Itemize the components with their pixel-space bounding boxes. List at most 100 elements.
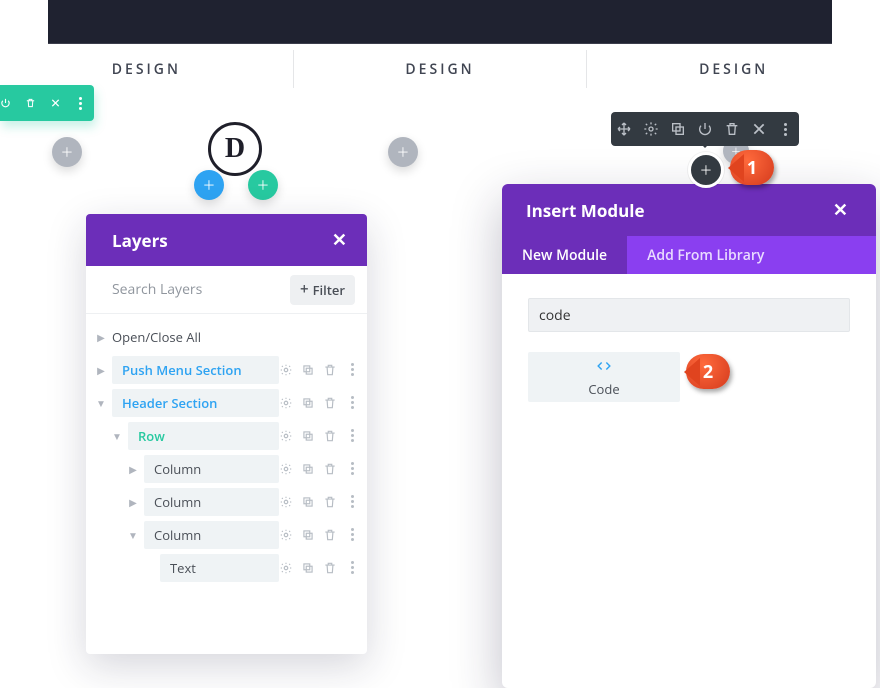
section-toolbar	[0, 85, 94, 121]
more-icon[interactable]	[345, 429, 359, 443]
gear-icon[interactable]	[279, 429, 293, 443]
open-close-all-label: Open/Close All	[112, 328, 201, 346]
power-icon[interactable]	[0, 95, 11, 111]
insert-module-title: Insert Module	[526, 199, 645, 222]
trash-icon[interactable]	[323, 561, 337, 575]
layers-title: Layers	[112, 229, 168, 252]
more-icon[interactable]	[345, 561, 359, 575]
chevron-right-icon: ▶	[96, 363, 106, 377]
filter-button[interactable]: + Filter	[290, 275, 355, 305]
duplicate-icon[interactable]	[301, 495, 315, 509]
open-close-all-row[interactable]: ▶ Open/Close All	[86, 320, 367, 353]
top-dark-bar	[48, 0, 832, 44]
duplicate-icon[interactable]	[301, 363, 315, 377]
chevron-down-icon: ▼	[112, 429, 122, 443]
layer-label: Column	[154, 493, 201, 511]
move-icon[interactable]	[616, 121, 632, 137]
layers-panel-header: Layers ✕	[86, 214, 367, 266]
module-tile-code[interactable]: Code	[528, 352, 680, 402]
layers-tree: ▶ Open/Close All ▶ Push Menu Section ▼ H…	[86, 314, 367, 584]
trash-icon[interactable]	[323, 363, 337, 377]
close-icon[interactable]: ✕	[332, 228, 347, 252]
layer-label: Column	[154, 460, 201, 478]
gear-icon[interactable]	[279, 528, 293, 542]
module-search-input[interactable]	[539, 306, 839, 325]
chevron-right-icon: ▶	[128, 462, 138, 476]
layer-header-section[interactable]: ▼ Header Section	[86, 386, 367, 419]
chevron-down-icon: ▼	[96, 396, 106, 410]
layer-push-menu-section[interactable]: ▶ Push Menu Section	[86, 353, 367, 386]
close-icon[interactable]: ✕	[833, 198, 848, 222]
insert-module-panel: Insert Module ✕ New Module Add From Libr…	[502, 184, 876, 688]
gear-icon[interactable]	[279, 396, 293, 410]
more-icon[interactable]	[345, 528, 359, 542]
trash-icon[interactable]	[323, 495, 337, 509]
layer-label: Text	[170, 559, 196, 577]
more-icon[interactable]	[777, 121, 793, 137]
gear-icon[interactable]	[279, 363, 293, 377]
layer-row[interactable]: ▼ Row	[86, 419, 367, 452]
duplicate-icon[interactable]	[301, 561, 315, 575]
gear-icon[interactable]	[643, 121, 659, 137]
duplicate-icon[interactable]	[301, 429, 315, 443]
trash-icon[interactable]	[724, 121, 740, 137]
search-layers-input[interactable]	[112, 280, 290, 299]
duplicate-icon[interactable]	[301, 528, 315, 542]
layers-search-row: + Filter	[86, 266, 367, 314]
tab-add-from-library[interactable]: Add From Library	[627, 236, 784, 274]
plus-icon: +	[397, 142, 408, 162]
layer-label: Row	[138, 427, 165, 445]
layers-panel: Layers ✕ + Filter ▶ Open/Close All ▶ Pus…	[86, 214, 367, 654]
insert-module-tabs: New Module Add From Library	[502, 236, 876, 274]
gear-icon[interactable]	[279, 495, 293, 509]
gear-icon[interactable]	[279, 561, 293, 575]
more-icon[interactable]	[345, 396, 359, 410]
trash-icon[interactable]	[323, 429, 337, 443]
chevron-right-icon: ▶	[96, 330, 106, 344]
gear-icon[interactable]	[279, 462, 293, 476]
nav-item-design-3[interactable]: DESIGN	[587, 50, 880, 88]
more-icon[interactable]	[75, 95, 86, 111]
layer-column[interactable]: ▶ Column	[86, 485, 367, 518]
duplicate-icon[interactable]	[301, 462, 315, 476]
add-module-button[interactable]: +	[388, 137, 418, 167]
layer-text-module[interactable]: Text	[86, 551, 367, 584]
add-row-button[interactable]: +	[248, 170, 278, 200]
more-icon[interactable]	[345, 462, 359, 476]
annotation-callout-2: 2	[686, 354, 730, 389]
filter-label: Filter	[313, 281, 345, 299]
nav-item-design-2[interactable]: DESIGN	[294, 50, 588, 88]
layer-column[interactable]: ▼ Column	[86, 518, 367, 551]
insert-module-header: Insert Module ✕	[502, 184, 876, 236]
module-toolbar	[611, 112, 799, 146]
power-icon[interactable]	[697, 121, 713, 137]
annotation-callout-1: 1	[730, 150, 774, 185]
duplicate-icon[interactable]	[670, 121, 686, 137]
plus-icon: +	[700, 160, 711, 180]
tab-new-module[interactable]: New Module	[502, 236, 627, 274]
more-icon[interactable]	[345, 495, 359, 509]
plus-icon: +	[203, 175, 214, 195]
layer-column[interactable]: ▶ Column	[86, 452, 367, 485]
plus-icon: +	[61, 142, 72, 162]
layer-label: Column	[154, 526, 201, 544]
layer-label: Push Menu Section	[122, 361, 242, 379]
module-search-wrap	[528, 298, 850, 332]
close-icon[interactable]	[50, 95, 61, 111]
add-section-button[interactable]: +	[194, 170, 224, 200]
trash-icon[interactable]	[25, 95, 36, 111]
close-icon[interactable]	[751, 121, 767, 137]
trash-icon[interactable]	[323, 396, 337, 410]
trash-icon[interactable]	[323, 462, 337, 476]
divi-logo: D	[208, 122, 262, 176]
trash-icon[interactable]	[323, 528, 337, 542]
more-icon[interactable]	[345, 363, 359, 377]
chevron-right-icon: ▶	[128, 495, 138, 509]
add-module-button[interactable]: +	[52, 137, 82, 167]
duplicate-icon[interactable]	[301, 396, 315, 410]
chevron-down-icon: ▼	[128, 528, 138, 542]
plus-icon: +	[257, 175, 268, 195]
code-icon	[594, 356, 614, 378]
nav-item-design-1[interactable]: DESIGN	[0, 50, 294, 88]
layer-label: Header Section	[122, 394, 217, 412]
